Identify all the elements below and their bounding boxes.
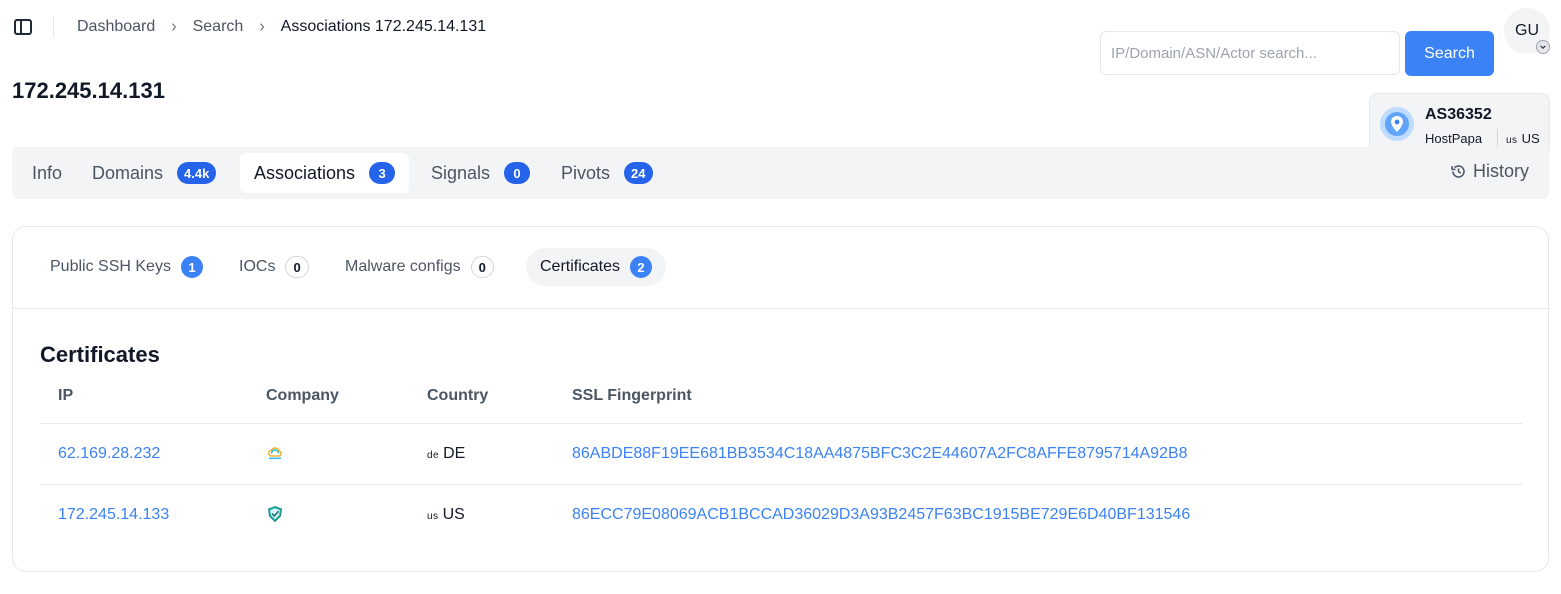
country-label: US (442, 506, 465, 523)
count-badge: 4.4k (177, 162, 217, 184)
main-tabs: Info Domains 4.4k Associations 3 Signals… (12, 147, 1549, 199)
chevron-down-icon[interactable] (1536, 40, 1550, 54)
history-icon (1451, 165, 1465, 178)
row-country: us US (427, 506, 465, 524)
count-badge: 1 (180, 256, 203, 278)
row-country: de DE (427, 445, 465, 463)
breadcrumb-current: Associations 172.245.14.131 (280, 18, 487, 35)
history-label: History (1472, 161, 1529, 181)
search-input[interactable] (1100, 31, 1400, 75)
country-label: DE (443, 445, 466, 462)
count-badge: 0 (470, 256, 494, 278)
column-header-ip: IP (58, 387, 74, 404)
subtab-malware-configs[interactable]: Malware configs 0 (331, 248, 508, 286)
breadcrumb-search[interactable]: Search (193, 18, 244, 36)
asn-provider: HostPapa (1425, 131, 1483, 146)
tab-label: Pivots (561, 162, 611, 183)
count-badge: 3 (369, 162, 396, 184)
location-pin-icon (1380, 107, 1414, 141)
cloud-company-icon (268, 447, 282, 460)
subtab-public-ssh-keys[interactable]: Public SSH Keys 1 (36, 248, 217, 286)
sidebar-toggle-icon[interactable] (14, 19, 32, 35)
count-badge: 0 (285, 256, 309, 278)
history-button[interactable]: History (1450, 161, 1529, 182)
asn-divider (1497, 129, 1498, 147)
tab-domains[interactable]: Domains 4.4k (78, 153, 230, 193)
page-title: 172.245.14.131 (12, 78, 165, 103)
table-divider (40, 423, 1522, 424)
subtab-label: Public SSH Keys (50, 258, 171, 275)
search-button[interactable]: Search (1405, 31, 1494, 76)
tab-info[interactable]: Info (18, 153, 76, 193)
count-badge: 0 (504, 162, 531, 184)
column-header-ssl-fingerprint: SSL Fingerprint (572, 387, 692, 404)
asn-country-label: US (1521, 131, 1540, 146)
subtab-label: Certificates (540, 258, 621, 275)
row-fingerprint-link[interactable]: 86ABDE88F19EE681BB3534C18AA4875BFC3C2E44… (572, 445, 1188, 463)
subtab-iocs[interactable]: IOCs 0 (225, 248, 323, 286)
section-title: Certificates (40, 342, 160, 367)
us-flag-icon: us (1506, 135, 1518, 146)
tab-label: Signals (431, 162, 491, 183)
asn-number: AS36352 (1425, 106, 1492, 123)
count-badge: 24 (624, 162, 653, 184)
row-ip-link[interactable]: 62.169.28.232 (58, 445, 160, 463)
top-divider (53, 16, 54, 38)
sub-tabs: Public SSH Keys 1 IOCs 0 Malware configs… (13, 227, 1548, 309)
tab-associations[interactable]: Associations 3 (240, 153, 410, 193)
us-flag-icon: us (427, 511, 439, 522)
subtab-label: Malware configs (345, 258, 461, 275)
shield-company-icon (268, 506, 282, 523)
chevron-right-icon: › (259, 17, 265, 36)
breadcrumb: Dashboard › Search › Associations 172.24… (77, 17, 487, 36)
chevron-right-icon: › (171, 17, 177, 36)
tab-label: Domains (92, 162, 164, 183)
column-header-company: Company (266, 387, 339, 404)
de-flag-icon: de (427, 450, 440, 461)
column-header-country: Country (427, 387, 489, 404)
tab-label: Associations (254, 162, 356, 183)
subtab-label: IOCs (239, 258, 276, 275)
subtab-certificates[interactable]: Certificates 2 (526, 248, 667, 286)
count-badge: 2 (630, 256, 653, 278)
breadcrumb-dashboard[interactable]: Dashboard (77, 18, 155, 36)
tab-pivots[interactable]: Pivots 24 (547, 153, 667, 193)
table-divider (40, 484, 1522, 485)
associations-panel: Public SSH Keys 1 IOCs 0 Malware configs… (12, 226, 1549, 572)
row-fingerprint-link[interactable]: 86ECC79E08069ACB1BCCAD36029D3A93B2457F63… (572, 506, 1190, 524)
tab-signals[interactable]: Signals 0 (417, 153, 544, 193)
tab-label: Info (32, 162, 63, 183)
asn-country: us US (1506, 131, 1540, 146)
row-ip-link[interactable]: 172.245.14.133 (58, 506, 169, 524)
